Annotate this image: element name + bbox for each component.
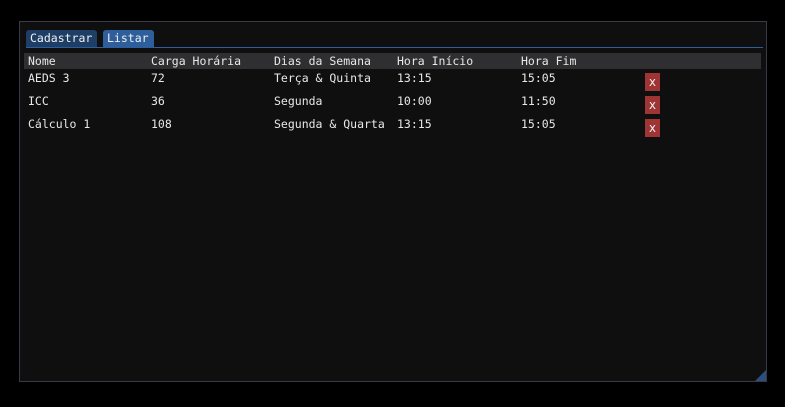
cell-hora-fim: 11:50 [521, 94, 556, 108]
cell-dias-da-semana: Segunda & Quarta [274, 117, 385, 131]
tab-underline [26, 47, 763, 48]
cell-nome: AEDS 3 [28, 71, 70, 85]
column-header-dias-da-semana[interactable]: Dias da Semana [274, 54, 371, 68]
cell-carga-horaria: 72 [151, 71, 165, 85]
delete-button[interactable]: x [645, 96, 660, 114]
tab-bar: Cadastrar Listar [26, 30, 766, 48]
column-header-carga-horaria[interactable]: Carga Horária [151, 54, 241, 68]
resize-grip[interactable] [755, 370, 766, 381]
delete-button[interactable]: x [645, 119, 660, 137]
column-header-nome[interactable]: Nome [28, 54, 56, 68]
cell-hora-fim: 15:05 [521, 117, 556, 131]
table-row: ICC 36 Segunda 10:00 11:50 x [24, 92, 761, 115]
cell-nome: Cálculo 1 [28, 117, 91, 131]
column-header-hora-fim[interactable]: Hora Fim [521, 54, 576, 68]
table-row: Cálculo 1 108 Segunda & Quarta 13:15 15:… [24, 115, 761, 138]
main-window: Cadastrar Listar Nome Carga Horária Dias… [19, 21, 767, 382]
course-table: Nome Carga Horária Dias da Semana Hora I… [24, 53, 761, 138]
cell-hora-fim: 15:05 [521, 71, 556, 85]
cell-dias-da-semana: Segunda [274, 94, 323, 108]
cell-carga-horaria: 108 [151, 117, 172, 131]
cell-hora-inicio: 13:15 [397, 71, 432, 85]
cell-carga-horaria: 36 [151, 94, 165, 108]
delete-button[interactable]: x [645, 73, 660, 91]
table-header: Nome Carga Horária Dias da Semana Hora I… [24, 53, 761, 69]
close-icon: x [648, 98, 657, 112]
cell-dias-da-semana: Terça & Quinta [274, 71, 371, 85]
close-icon: x [648, 121, 657, 135]
column-header-hora-inicio[interactable]: Hora Início [397, 54, 473, 68]
tab-listar[interactable]: Listar [103, 30, 154, 47]
cell-hora-inicio: 13:15 [397, 117, 432, 131]
cell-hora-inicio: 10:00 [397, 94, 432, 108]
cell-nome: ICC [28, 94, 49, 108]
tab-cadastrar[interactable]: Cadastrar [26, 30, 97, 47]
close-icon: x [648, 75, 657, 89]
table-row: AEDS 3 72 Terça & Quinta 13:15 15:05 x [24, 69, 761, 92]
